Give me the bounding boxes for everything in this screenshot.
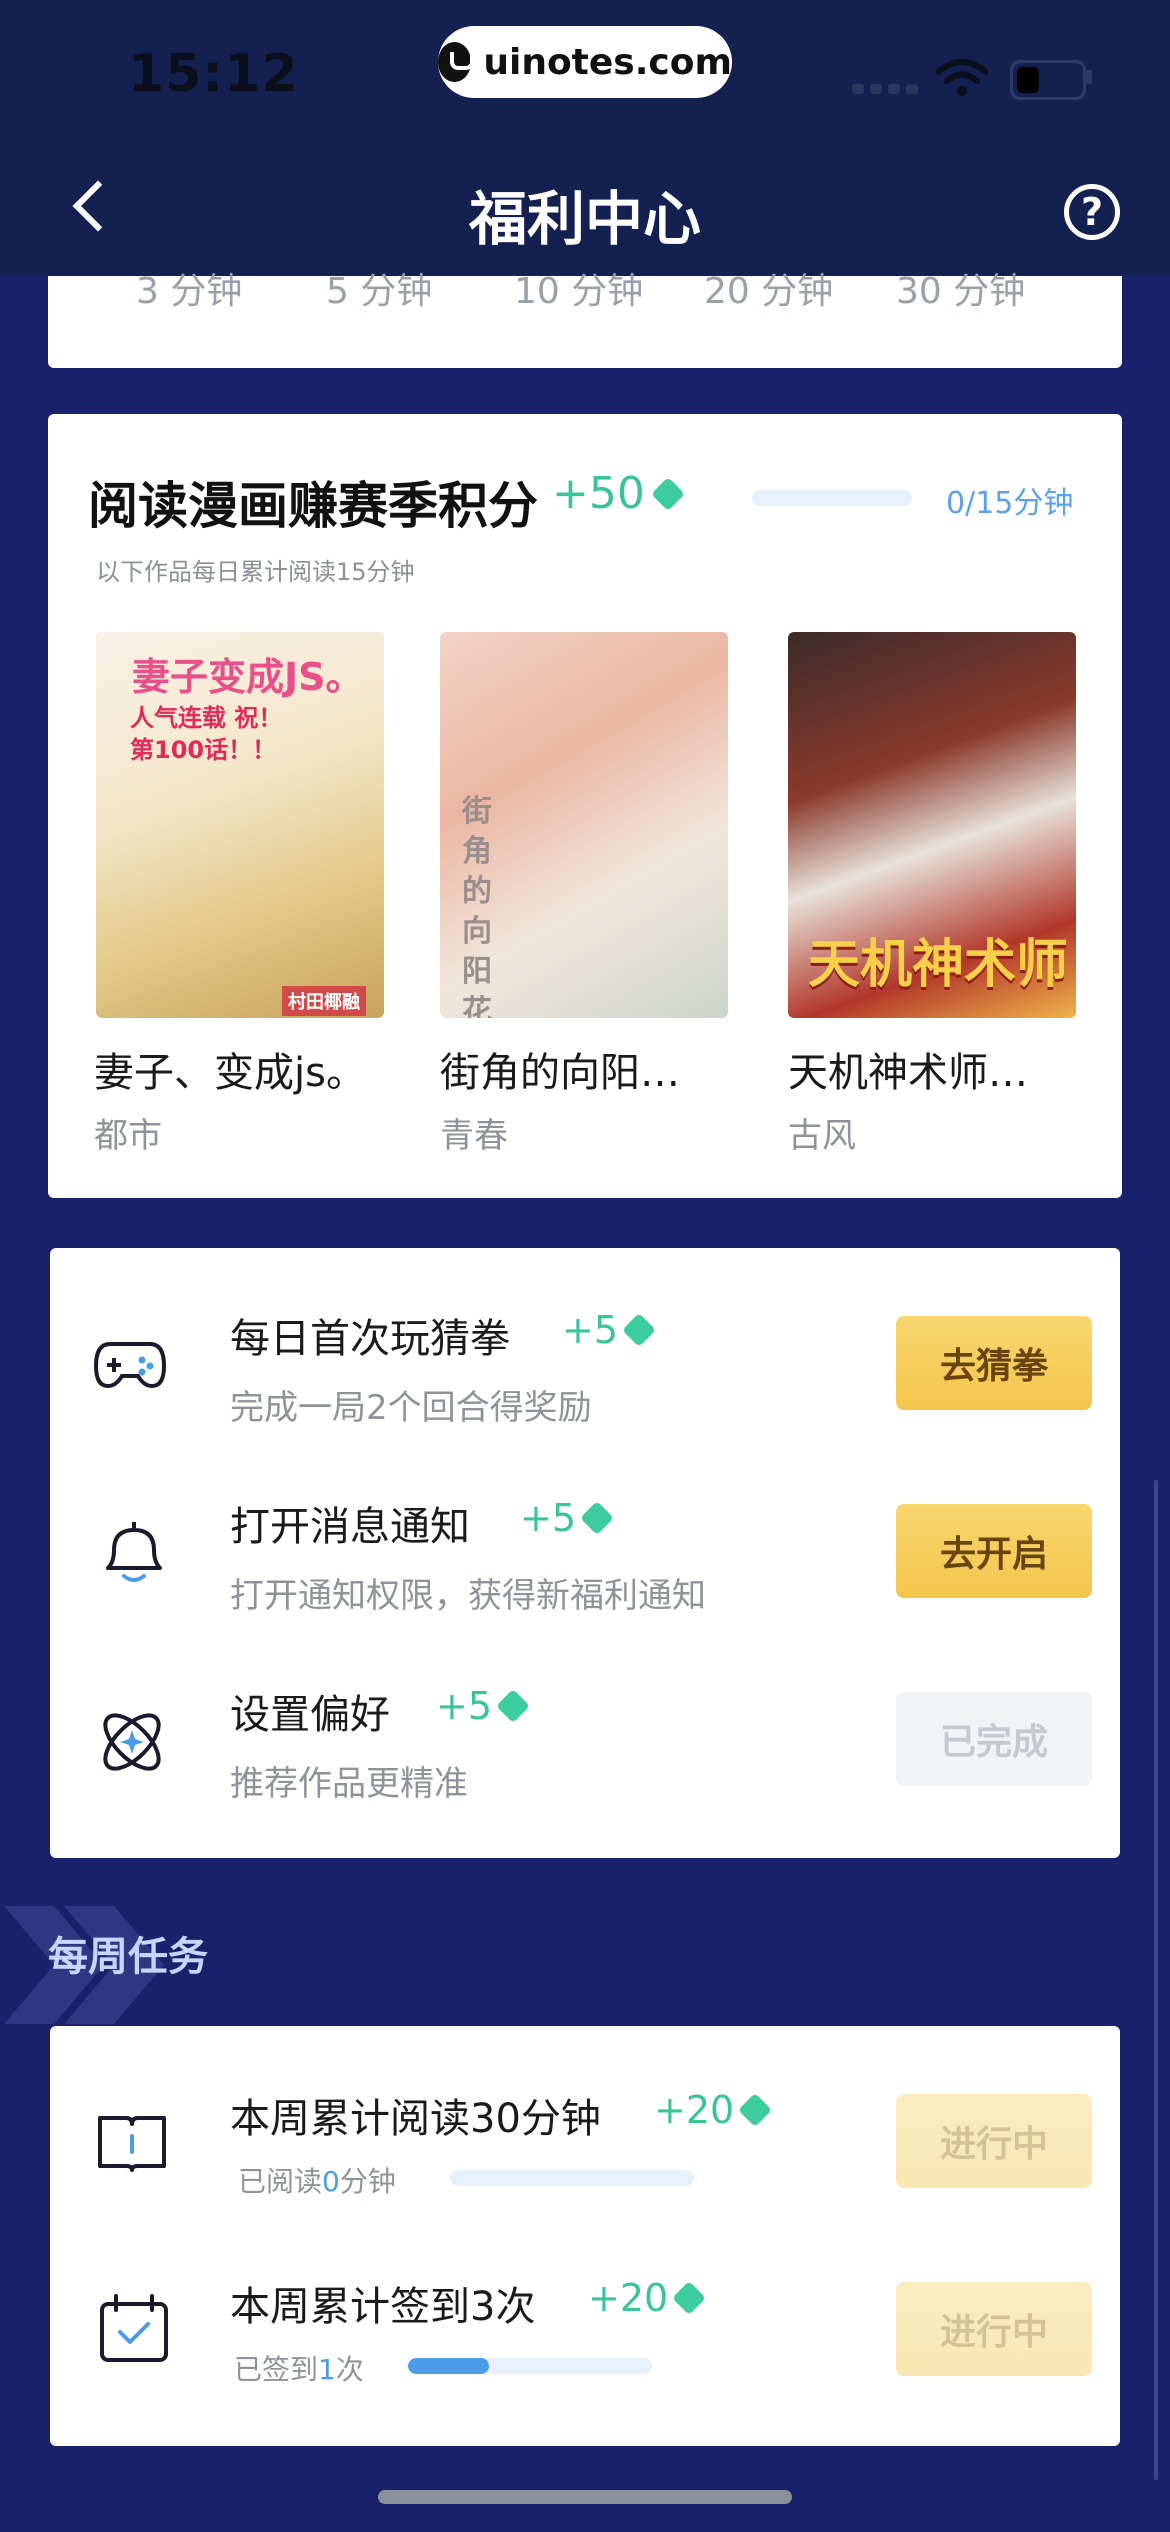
wifi-icon [936, 59, 988, 96]
help-button[interactable]: ? [1064, 184, 1120, 240]
book-genre: 青春 [440, 1116, 508, 1156]
points-gem-icon [580, 1501, 615, 1535]
task-reward-value: +5 [562, 1308, 619, 1352]
points-gem-icon [622, 1313, 657, 1347]
weekly-progress-fill [408, 2358, 489, 2374]
calendar-check-icon [100, 2294, 168, 2362]
book-cover-1[interactable]: 妻子变成JS。 人气连载 祝！第100话！！ 村田椰融 [96, 632, 384, 1018]
page-title: 福利中心 [468, 185, 701, 253]
weekly-progress-text: 已签到1次 [234, 2353, 364, 2386]
task-title: 打开消息通知 [230, 1504, 470, 1550]
duration-label: 5 分钟 [326, 271, 433, 312]
battery-cap [1086, 70, 1092, 84]
task-desc: 推荐作品更精准 [230, 1764, 468, 1804]
weekly-progress-text: 已阅读0分钟 [238, 2165, 396, 2198]
weekly-progress-bar [450, 2170, 694, 2186]
task-reward: +5 [520, 1496, 615, 1540]
book-name[interactable]: 天机神术师… [788, 1040, 1028, 1098]
duration-label: 3 分钟 [136, 271, 243, 312]
comic-reward: +50 [552, 468, 685, 519]
comic-section-subtitle: 以下作品每日累计阅读15分钟 [96, 558, 415, 586]
scroll-indicator[interactable] [1154, 1480, 1158, 2480]
url-pill-text: uinotes.com [483, 41, 732, 83]
task-desc: 完成一局2个回合得奖励 [230, 1388, 592, 1428]
comic-section-title: 阅读漫画赚赛季积分 [88, 477, 538, 535]
preferences-done-button[interactable]: 已完成 [896, 1692, 1092, 1786]
task-reward-value: +20 [654, 2088, 735, 2132]
task-reward: +20 [588, 2276, 707, 2320]
comic-reward-value: +50 [552, 468, 645, 519]
book-cover-author: 村田椰融 [282, 986, 366, 1016]
task-reward-value: +5 [520, 1496, 577, 1540]
bell-icon [106, 1522, 162, 1582]
duration-label: 10 分钟 [514, 271, 644, 312]
status-time: 15:12 [128, 44, 299, 104]
task-reward: +5 [562, 1308, 657, 1352]
comic-progress-bar [752, 490, 912, 506]
book-cover-badge: 人气连载 祝！第100话！！ [130, 704, 283, 764]
rock-paper-scissors-button[interactable]: 去猜拳 [896, 1316, 1092, 1410]
book-cover-title: 街角的向阳花屋 [462, 794, 492, 1018]
orbit-icon [103, 1713, 161, 1771]
in-progress-button[interactable]: 进行中 [896, 2282, 1092, 2376]
weekly-progress-bar [408, 2358, 652, 2374]
book-cover-title: 妻子变成JS。 [132, 655, 364, 699]
book-cover-2[interactable]: 街角的向阳花屋 [440, 632, 728, 1018]
book-cover-3[interactable]: 天机神术师 [788, 632, 1076, 1018]
book-name[interactable]: 街角的向阳… [440, 1040, 680, 1098]
book-icon [98, 2116, 166, 2172]
duration-label: 30 分钟 [896, 271, 1026, 312]
duration-label: 20 分钟 [704, 271, 834, 312]
task-reward: +20 [654, 2088, 773, 2132]
task-title: 设置偏好 [230, 1692, 390, 1738]
in-progress-button[interactable]: 进行中 [896, 2094, 1092, 2188]
book-genre: 都市 [94, 1116, 162, 1156]
task-desc: 打开通知权限，获得新福利通知 [230, 1576, 706, 1616]
book-genre: 古风 [788, 1116, 856, 1156]
uinotes-logo-icon [438, 42, 475, 82]
task-title: 每日首次玩猜拳 [230, 1316, 510, 1362]
task-title: 本周累计阅读30分钟 [230, 2096, 601, 2142]
points-gem-icon [672, 2281, 707, 2315]
cellular-signal-icon [852, 84, 918, 94]
book-name[interactable]: 妻子、变成js。 [94, 1040, 366, 1098]
gamepad-icon [93, 1342, 167, 1389]
task-reward-value: +5 [436, 1684, 493, 1728]
comic-progress-text: 0/15分钟 [946, 486, 1074, 521]
enable-notifications-button[interactable]: 去开启 [896, 1504, 1092, 1598]
battery-icon [1010, 60, 1086, 100]
task-reward: +5 [436, 1684, 531, 1728]
task-reward-value: +20 [588, 2276, 669, 2320]
points-gem-icon [650, 476, 685, 511]
url-pill: uinotes.com [438, 26, 732, 98]
book-cover-title: 天机神术师 [808, 935, 1069, 995]
weekly-section-header: 每周任务 [48, 1934, 208, 1980]
task-title: 本周累计签到3次 [230, 2284, 536, 2330]
points-gem-icon [496, 1689, 531, 1723]
points-gem-icon [738, 2093, 773, 2127]
home-indicator[interactable] [378, 2490, 792, 2504]
